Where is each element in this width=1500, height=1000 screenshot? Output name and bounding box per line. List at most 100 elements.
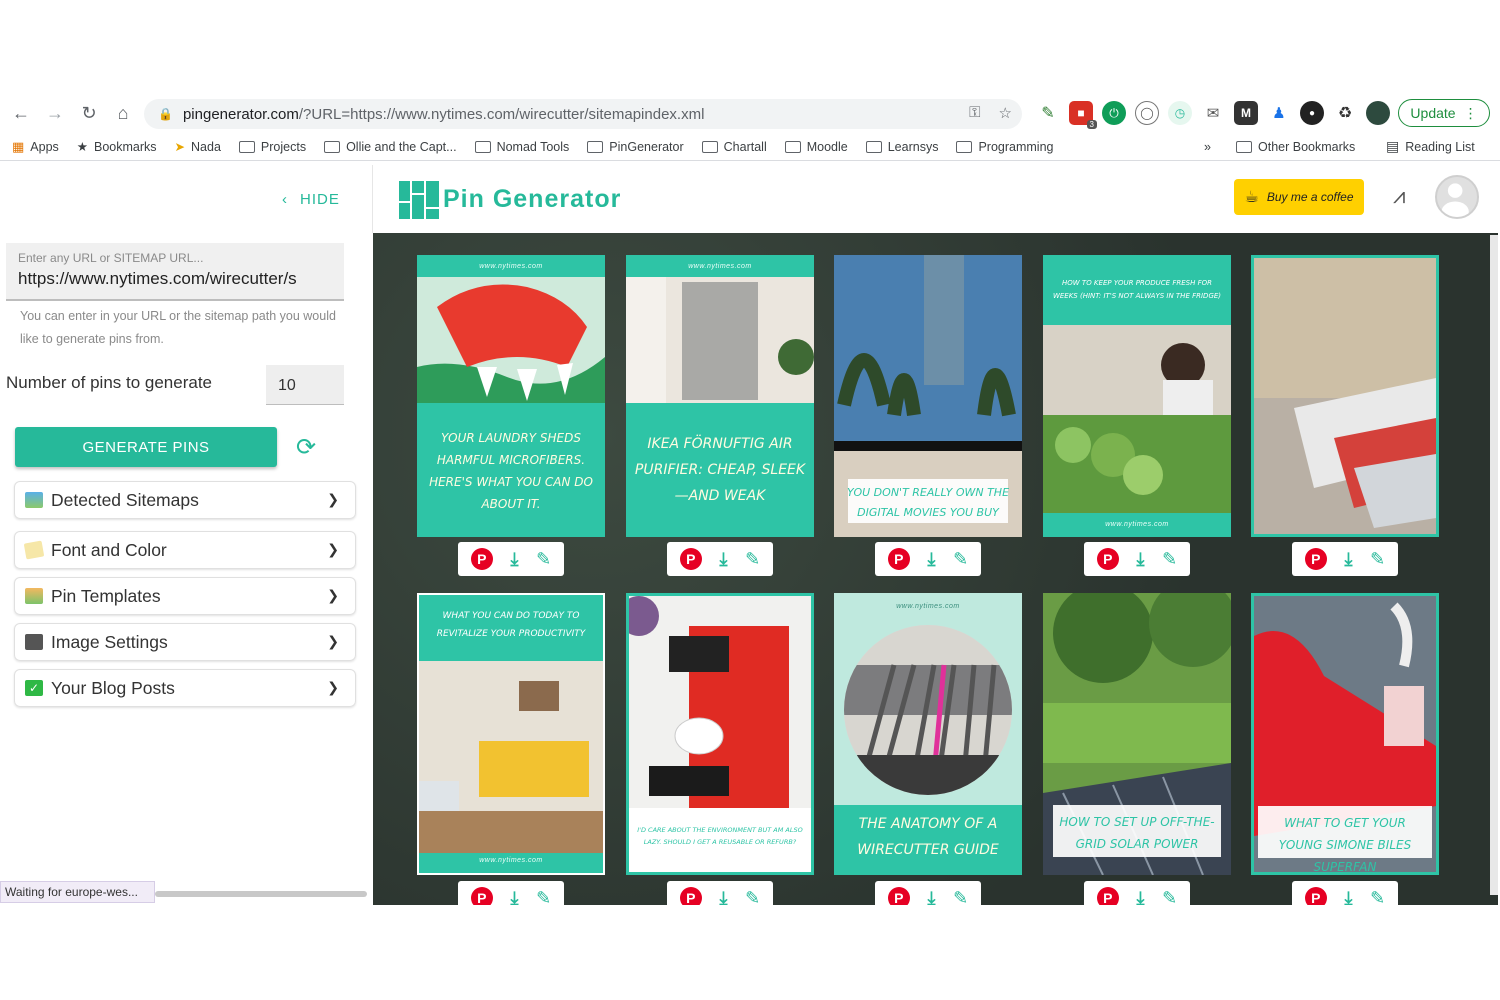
grammar-extension-icon[interactable]: ◯ xyxy=(1135,101,1159,125)
bookmark-apps[interactable]: ▦ Apps xyxy=(12,139,59,155)
update-label: Update xyxy=(1410,105,1456,121)
bookmark-pingenerator[interactable]: PinGenerator xyxy=(587,140,684,154)
bookmark-learnsys[interactable]: Learnsys xyxy=(865,140,938,154)
edit-pencil-icon[interactable]: ✎ xyxy=(953,888,968,906)
home-icon[interactable]: ⌂ xyxy=(106,96,140,130)
pin-card[interactable]: www.nytimes.com Your laundry sheds harmf… xyxy=(417,255,605,537)
buy-coffee-button[interactable]: ☕ Buy me a coffee xyxy=(1234,179,1364,215)
hide-sidebar-button[interactable]: ‹ HIDE xyxy=(282,191,340,208)
share-icon[interactable]: ⩘ xyxy=(1393,183,1405,209)
pinterest-icon[interactable]: P xyxy=(887,548,910,570)
accordion-font-and-color[interactable]: Font and Color ❯ xyxy=(14,531,356,569)
pinterest-icon[interactable]: P xyxy=(887,887,910,905)
pin-card[interactable]: What you can do today to revitalize your… xyxy=(417,593,605,875)
profile-icon[interactable] xyxy=(1366,101,1390,125)
download-icon[interactable]: ⤓ xyxy=(719,549,727,570)
star-icon[interactable]: ☆ xyxy=(999,104,1012,122)
bookmark-programming[interactable]: Programming xyxy=(956,140,1054,154)
power-extension-icon[interactable]: ⏻ xyxy=(1102,101,1126,125)
edit-pencil-icon[interactable]: ✎ xyxy=(745,888,760,906)
back-icon[interactable]: ← xyxy=(4,96,38,130)
accordion-pin-templates[interactable]: Pin Templates ❯ xyxy=(14,577,356,615)
accordion-image-settings[interactable]: Image Settings ❯ xyxy=(14,623,356,661)
pin-caption: How to keep your produce fresh for weeks… xyxy=(1052,279,1222,300)
puzzle-icon[interactable]: ♻ xyxy=(1333,101,1357,125)
badge-extension-icon[interactable]: ■ 3 xyxy=(1069,101,1097,129)
pinterest-icon[interactable]: P xyxy=(1304,887,1327,905)
pin-card[interactable]: You don't really own the digital movies … xyxy=(834,255,1022,537)
pin-card[interactable]: I'd care about the environment but am al… xyxy=(626,593,814,875)
person-extension-icon[interactable]: ♟ xyxy=(1267,101,1291,125)
m-extension-icon[interactable]: M xyxy=(1234,101,1258,125)
download-icon[interactable]: ⤓ xyxy=(927,888,935,906)
download-icon[interactable]: ⤓ xyxy=(1136,549,1144,570)
edit-pencil-icon[interactable]: ✎ xyxy=(745,549,760,570)
edit-pencil-icon[interactable]: ✎ xyxy=(536,888,551,906)
bookmark-ollie[interactable]: Ollie and the Capt... xyxy=(324,140,457,154)
download-icon[interactable]: ⤓ xyxy=(1344,888,1352,906)
pinterest-icon[interactable]: P xyxy=(1096,548,1119,570)
pin-card[interactable]: How to set up off-the-grid solar power xyxy=(1043,593,1231,875)
bookmark-projects[interactable]: Projects xyxy=(238,140,306,154)
pinterest-icon[interactable]: P xyxy=(1304,548,1327,570)
user-avatar[interactable] xyxy=(1435,175,1479,219)
bookmark-nomad-tools[interactable]: Nomad Tools xyxy=(474,140,569,154)
pin-caption: I'd care about the environment but am al… xyxy=(637,826,803,846)
chevron-down-icon: ❯ xyxy=(327,633,339,649)
pin-card[interactable]: What to get your young Simone Biles supe… xyxy=(1251,593,1439,875)
accordion-detected-sitemaps[interactable]: Detected Sitemaps ❯ xyxy=(14,481,356,519)
edit-pencil-icon[interactable]: ✎ xyxy=(1162,549,1177,570)
bookmark-nada[interactable]: ➤ Nada xyxy=(175,139,221,155)
reload-icon[interactable]: ↻ xyxy=(72,96,106,130)
edit-pencil-icon[interactable]: ✎ xyxy=(953,549,968,570)
folder-icon xyxy=(324,140,341,153)
pin-card[interactable]: www.nytimes.com The Anatomy of a Wirecut… xyxy=(834,593,1022,875)
pin-actions: P ⤓ ✎ xyxy=(1292,542,1398,576)
edit-pencil-icon[interactable]: ✎ xyxy=(536,549,551,570)
download-icon[interactable]: ⤓ xyxy=(1136,888,1144,906)
url-input[interactable]: Enter any URL or SITEMAP URL... https://… xyxy=(6,243,344,301)
bookmark-moodle[interactable]: Moodle xyxy=(784,140,848,154)
accordion-label: Your Blog Posts xyxy=(51,677,175,698)
download-icon[interactable]: ⤓ xyxy=(510,549,518,570)
pins-count-input[interactable]: 10 xyxy=(266,365,344,405)
edit-pencil-icon[interactable]: ✎ xyxy=(1370,888,1385,906)
folder-icon xyxy=(784,140,801,153)
download-icon[interactable]: ⤓ xyxy=(927,549,935,570)
generate-pins-button[interactable]: GENERATE PINS xyxy=(15,427,277,467)
bookmark-chartall[interactable]: Chartall xyxy=(701,140,767,154)
pinterest-icon[interactable]: P xyxy=(679,887,702,905)
edit-pencil-icon[interactable]: ✎ xyxy=(1370,549,1385,570)
lock-icon: 🔒 xyxy=(158,107,173,121)
mail-extension-icon[interactable]: ✉ xyxy=(1201,101,1225,125)
bookmarks-overflow[interactable]: » xyxy=(1204,140,1211,154)
pinterest-icon[interactable]: P xyxy=(470,887,493,905)
bookmark-bookmarks[interactable]: ★ Bookmarks xyxy=(77,139,157,155)
key-icon[interactable]: ⚿ xyxy=(969,104,980,122)
pin-card[interactable] xyxy=(1251,255,1439,537)
accordion-your-blog-posts[interactable]: ✓ Your Blog Posts ❯ xyxy=(14,669,356,707)
download-icon[interactable]: ⤓ xyxy=(719,888,727,906)
dark-extension-icon[interactable]: ● xyxy=(1300,101,1324,125)
pin-card[interactable]: How to keep your produce fresh for weeks… xyxy=(1043,255,1231,537)
other-bookmarks[interactable]: Other Bookmarks xyxy=(1236,140,1355,154)
edit-pencil-icon[interactable]: ✎ xyxy=(1162,888,1177,906)
horizontal-scrollbar[interactable] xyxy=(155,891,367,897)
reading-list[interactable]: ▤ Reading List xyxy=(1386,138,1475,155)
clock-extension-icon[interactable]: ◷ xyxy=(1168,101,1192,125)
download-icon[interactable]: ⤓ xyxy=(510,888,518,906)
vertical-scrollbar[interactable] xyxy=(1490,235,1498,895)
download-icon[interactable]: ⤓ xyxy=(1344,549,1352,570)
pinterest-icon[interactable]: P xyxy=(679,548,702,570)
accordion-label: Detected Sitemaps xyxy=(51,489,199,510)
pinterest-icon[interactable]: P xyxy=(470,548,493,570)
pin-caption: Your laundry sheds harmful microfibers. … xyxy=(429,431,593,511)
pen-extension-icon[interactable]: ✎ xyxy=(1036,101,1060,125)
pin-card[interactable]: www.nytimes.com IKEA Förnuftig Air Purif… xyxy=(626,255,814,537)
forward-icon[interactable]: → xyxy=(38,96,72,130)
address-bar[interactable]: 🔒 pingenerator.com/?URL=https://www.nyti… xyxy=(144,99,1022,129)
update-button[interactable]: Update ⋮ xyxy=(1398,99,1490,127)
refresh-icon[interactable]: ⟳ xyxy=(296,433,322,461)
pinterest-icon[interactable]: P xyxy=(1096,887,1119,905)
check-mark-icon: ✓ xyxy=(25,680,43,696)
